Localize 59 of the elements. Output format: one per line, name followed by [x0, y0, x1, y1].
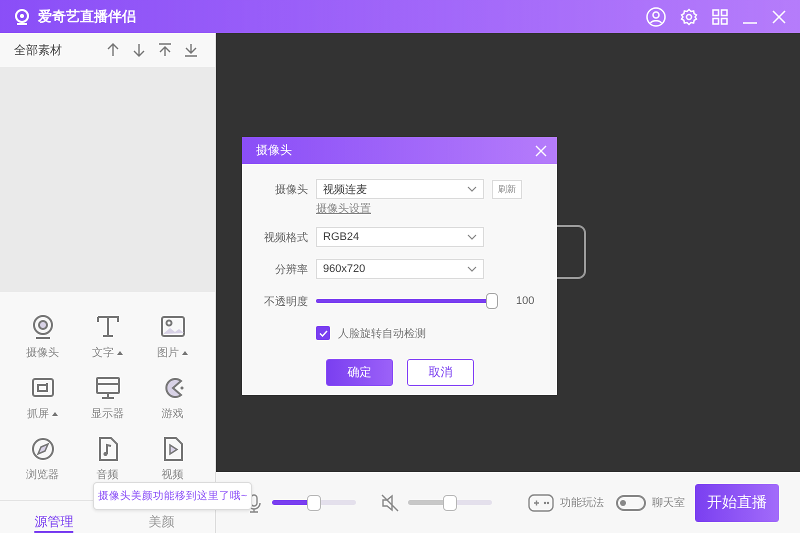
- dialog-title: 摄像头: [256, 142, 292, 159]
- toggle-switch[interactable]: [616, 494, 646, 510]
- dropdown[interactable]: 视频连麦: [316, 179, 484, 199]
- slider-thumb[interactable]: [307, 494, 321, 510]
- volume-slider[interactable]: [408, 494, 492, 510]
- chevron-icon: [467, 186, 477, 192]
- source-button[interactable]: 显示器: [75, 375, 140, 421]
- text-icon: [94, 314, 120, 340]
- logo-icon: [13, 8, 31, 26]
- confirm-button[interactable]: 确定: [326, 359, 393, 386]
- field-label: 摄像头: [274, 182, 308, 196]
- feature-label: 聊天室: [652, 496, 685, 510]
- grid-icon[interactable]: [712, 8, 728, 24]
- refresh-button[interactable]: 刷新: [492, 180, 522, 198]
- caret-icon: [182, 350, 188, 354]
- caret-icon: [117, 350, 123, 354]
- opacity-slider[interactable]: [316, 293, 498, 309]
- muted-speaker-icon[interactable]: [380, 492, 400, 512]
- chevron-icon: [467, 266, 477, 272]
- checkbox[interactable]: [316, 326, 330, 340]
- field-label: 视频格式: [263, 230, 308, 244]
- close-icon[interactable]: [772, 10, 786, 24]
- slider-value: 100: [516, 295, 534, 307]
- settings-icon[interactable]: [680, 8, 698, 26]
- chevron-icon: [467, 234, 477, 240]
- source-button[interactable]: 浏览器: [10, 436, 75, 482]
- volume-slider[interactable]: [272, 494, 356, 510]
- source-button[interactable]: 文字: [75, 314, 140, 360]
- tooltip: 摄像头美颜功能移到这里了哦~: [93, 482, 252, 510]
- app-title: 爱奇艺直播伴侣: [38, 8, 136, 26]
- user-icon[interactable]: [646, 6, 666, 26]
- source-button[interactable]: 摄像头: [10, 314, 75, 360]
- cancel-button[interactable]: 取消: [407, 359, 474, 386]
- checkbox-label: 人脸旋转自动检测: [338, 326, 426, 340]
- slider-thumb[interactable]: [486, 293, 498, 309]
- field-label: 不透明度: [263, 294, 308, 308]
- move-down-icon[interactable]: [132, 43, 146, 57]
- start-live-button[interactable]: 开始直播: [695, 484, 779, 522]
- source-button[interactable]: 视频: [140, 436, 205, 482]
- move-top-icon[interactable]: [158, 43, 172, 57]
- compass-icon: [30, 436, 56, 462]
- source-button[interactable]: 抓屏: [10, 375, 75, 421]
- source-button[interactable]: 图片: [140, 314, 205, 360]
- check-icon: [318, 330, 328, 336]
- feature-label: 功能玩法: [560, 496, 604, 510]
- image-icon: [160, 314, 186, 340]
- panel-title: 全部素材: [14, 42, 63, 58]
- settings-link[interactable]: 摄像头设置: [316, 200, 371, 216]
- slider-thumb[interactable]: [443, 494, 457, 510]
- move-up-icon[interactable]: [106, 43, 120, 57]
- source-button[interactable]: 游戏: [140, 375, 205, 421]
- monitor-icon: [94, 375, 120, 401]
- move-bottom-icon[interactable]: [184, 43, 198, 57]
- source-button[interactable]: 音频: [75, 436, 140, 482]
- dropdown[interactable]: RGB24: [316, 227, 484, 247]
- dropdown[interactable]: 960x720: [316, 259, 484, 279]
- caret-icon: [52, 412, 58, 416]
- close-icon[interactable]: [535, 144, 547, 156]
- field-label: 分辨率: [274, 262, 308, 276]
